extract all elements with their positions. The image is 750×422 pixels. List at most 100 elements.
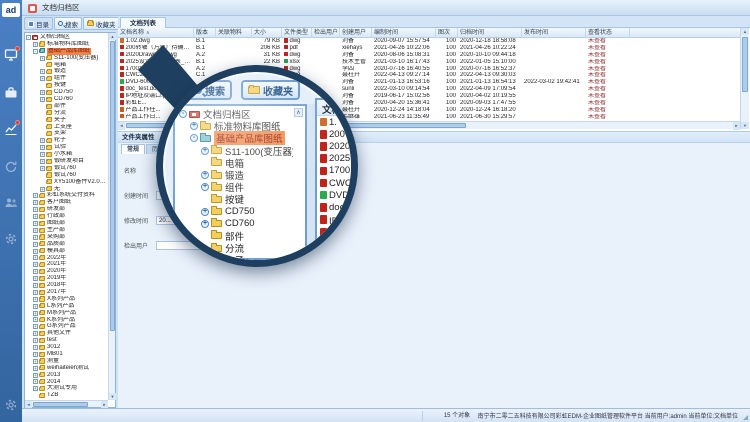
tree-expander-icon[interactable]: + [33,311,38,316]
tree-expander-icon[interactable]: + [40,90,45,95]
tree-expander-icon[interactable]: + [33,379,38,384]
tree-item[interactable]: 上支座 [25,124,109,131]
tree-item[interactable]: 分流 [25,110,109,117]
tree-expander-icon[interactable]: + [33,42,38,47]
tree-expander-icon[interactable]: + [33,324,38,329]
tree-item[interactable]: 按键 [25,82,109,89]
tree-item[interactable]: 部件 [25,103,109,110]
table-row[interactable]: 200转轴（万全）待确认供方...B.1206 KBpdfxiehays2021… [118,45,740,52]
monitor-icon[interactable] [4,48,18,62]
tree-expander-icon[interactable]: - [26,35,31,40]
tree-item[interactable]: XY5100备件V2.0图纸 [25,179,109,186]
tab-general[interactable]: 常规 [121,144,145,154]
app-logo[interactable]: ad [2,3,20,17]
tree-vscroll-thumb[interactable] [110,41,115,331]
tree-item[interactable]: +测量 [25,358,109,365]
column-header[interactable]: 归档时间 [458,28,522,38]
tree-hscrollbar[interactable]: ◄ ► [25,400,108,407]
tree-expander-icon[interactable]: + [40,152,45,157]
tree-expander-icon[interactable]: + [33,214,38,219]
tree-expander-icon[interactable]: + [33,200,38,205]
tree-expander-icon[interactable]: + [33,366,38,371]
nav-tab-favorites[interactable]: 收藏夹 [83,17,120,30]
tree-item[interactable]: +X系列产品 [25,296,109,303]
tree-item[interactable]: +锻研发项目 [25,158,109,165]
tree-item[interactable]: +G系列产品 [25,323,109,330]
tree-item[interactable]: +M系列产品 [25,310,109,317]
scroll-right-icon[interactable]: ► [733,122,740,130]
tree-expander-icon[interactable]: + [33,373,38,378]
users-icon[interactable] [4,196,18,210]
tree-item[interactable]: +2020年 [25,268,109,275]
tree-item[interactable]: +2019年 [25,275,109,282]
column-header[interactable]: 检出用户 [312,28,340,38]
tree-expander-icon[interactable]: + [33,262,38,267]
tree-item[interactable]: +test [25,337,109,344]
tree-expander-icon[interactable]: + [40,187,45,192]
nav-tab-search[interactable]: 搜索 [54,17,82,30]
tree-expander-icon[interactable]: + [33,235,38,240]
tree-item[interactable]: +轮子 [25,137,109,144]
tree-item[interactable]: +标准物料库图纸 [25,41,109,48]
column-header[interactable]: 文件类型 [282,28,312,38]
doclist-vscroll-thumb[interactable] [742,37,748,92]
tab-document-list[interactable]: 文档列表 [120,17,166,28]
tree-item[interactable]: +CD760 [25,96,109,103]
tree-expander-icon[interactable]: + [33,331,38,336]
briefcase-icon[interactable] [4,86,18,100]
tree-expander-icon[interactable]: + [33,228,38,233]
tree-expander-icon[interactable]: + [33,283,38,288]
column-header[interactable]: 发布时间 [522,28,586,38]
tree-expander-icon[interactable]: + [33,242,38,247]
tree-expander-icon[interactable]: + [40,76,45,81]
tree-expander-icon[interactable]: + [40,69,45,74]
tree-item[interactable]: +无 [25,186,109,193]
tree-expander-icon[interactable]: + [33,317,38,322]
tree-item[interactable]: +S11-100(变压器) [25,55,109,62]
tree-item[interactable]: 夹子 [25,117,109,124]
tree-item[interactable]: +2013 [25,372,109,379]
tree-item[interactable]: +组件 [25,75,109,82]
tree-item[interactable]: +2021年 [25,261,109,268]
column-header[interactable]: 大小 [252,28,282,38]
tree-expander-icon[interactable]: + [40,56,45,61]
tree-item[interactable]: +小水箱 [25,151,109,158]
tree-expander-icon[interactable]: + [33,276,38,281]
column-header[interactable]: 编制时间 [372,28,436,38]
tree-item[interactable]: +2018年 [25,282,109,289]
tree-expander-icon[interactable]: + [33,255,38,260]
tree-item[interactable]: -文档归档区 [25,34,109,41]
column-header[interactable]: 图次 [436,28,458,38]
table-row[interactable]: 1.02.dwgB.179 KBdwg刘备2020-09-07 15:57:54… [118,38,740,45]
column-header[interactable]: 关联物料 [216,28,252,38]
tree-item[interactable]: +大测试专用 [25,385,109,392]
tree-expander-icon[interactable]: + [33,345,38,350]
tree-item[interactable]: +研发部 [25,206,109,213]
column-header[interactable]: 版本 [194,28,216,38]
tree-item[interactable]: +生产部 [25,227,109,234]
tree-item[interactable]: +锻试760 [25,165,109,172]
tree-item[interactable]: +2014 [25,379,109,386]
sync-icon[interactable] [4,160,18,174]
chart-icon[interactable] [4,122,18,136]
tree-expander-icon[interactable]: - [33,49,38,54]
tree-item[interactable]: +行政部 [25,213,109,220]
tree-expander-icon[interactable]: + [40,166,45,171]
tree-expander-icon[interactable]: + [33,249,38,254]
scroll-down-icon[interactable]: ▼ [741,122,749,129]
tree-hscroll-thumb[interactable] [33,402,88,407]
tree-expander-icon[interactable]: + [33,221,38,226]
tree-item[interactable]: +2022年 [25,255,109,262]
tree-expander-icon[interactable]: + [40,97,45,102]
scroll-up-icon[interactable]: ▲ [109,33,116,40]
tree-expander-icon[interactable]: + [33,290,38,295]
gear-icon[interactable] [4,232,18,246]
tree-expander-icon[interactable]: + [40,159,45,164]
tree-item[interactable]: +客户图纸 [25,199,109,206]
tree-item[interactable]: -基础产品库图纸 [25,48,109,55]
table-row[interactable]: 2020Drawing1.dwgA.231 KBdwg刘备2020-08-06 … [118,52,740,59]
column-header[interactable]: 查看状态 [586,28,630,38]
table-row[interactable]: 2025设计开发计划表_000000...B.122 KBxlsx技术主管202… [118,59,740,66]
tree-expander-icon[interactable]: + [33,193,38,198]
tree-item[interactable]: 电箱 [25,62,109,69]
